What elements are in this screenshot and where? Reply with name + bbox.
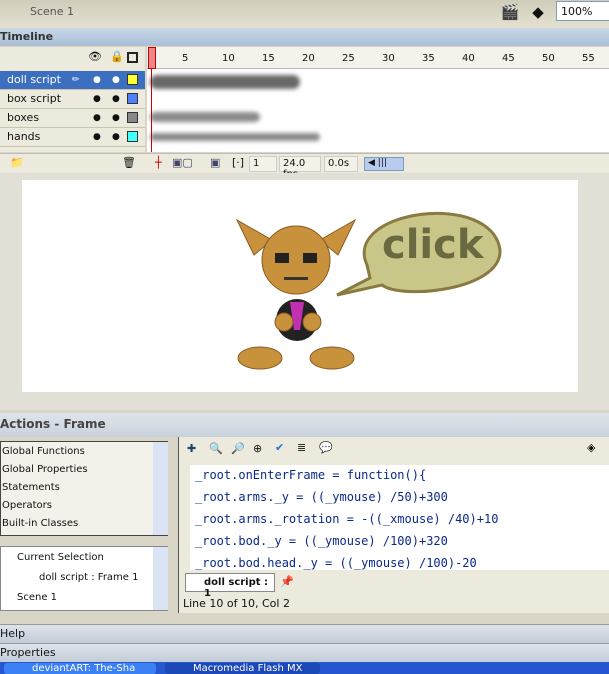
add-item-icon[interactable]: ✚ (187, 442, 196, 455)
tree-current-selection[interactable]: Current Selection (17, 552, 104, 563)
ruler-label: 15 (262, 53, 275, 64)
target-path-icon[interactable]: ⊕ (253, 442, 262, 455)
ruler-label: 10 (222, 53, 235, 64)
edit-scene-icon[interactable]: 🎬 (500, 3, 520, 21)
layer-name: doll script (7, 73, 61, 86)
edit-bar: Scene 1 🎬 ◆ 100% (0, 0, 609, 28)
ruler-label: 35 (422, 53, 435, 64)
add-layer-icon[interactable]: 📁 (10, 156, 24, 169)
properties-panel-bar[interactable]: Properties (0, 643, 609, 662)
toolbox-item[interactable]: Built-in Classes (2, 518, 78, 529)
actions-toolbox: Global Functions Global Properties State… (0, 441, 168, 536)
frame-grid[interactable]: 1510152025303540455055 (147, 47, 609, 152)
stage[interactable]: click (22, 180, 578, 392)
tree-item-doll-script[interactable]: doll script : Frame 1 (39, 572, 139, 583)
script-navigator: Current Selection doll script : Frame 1 … (0, 546, 168, 611)
timeline-scrollbar[interactable]: ◀ ||| (364, 157, 404, 171)
edit-multiple-icon[interactable]: ▣ (210, 156, 220, 169)
layer-list: 👁 🔒 doll script ✏ ● ● box script ● ● boxes ● ● … (0, 47, 145, 152)
layer-row[interactable]: boxes ● ● (0, 109, 145, 128)
layer-name: hands (7, 130, 41, 143)
current-frame: 1 (249, 156, 277, 172)
frame-ruler[interactable] (147, 47, 609, 69)
elapsed-time: 0.0s (324, 156, 358, 172)
taskbar: deviantART: The-Sha Macromedia Flash MX (0, 662, 609, 674)
timeline-footer: 📁 🗑 ┼ ▣▢ ▣ [·] 1 24.0 fps 0.0s ◀ ||| (0, 153, 609, 180)
toolbox-item[interactable]: Global Functions (2, 446, 85, 457)
code-line: _root.bod.head._y = ((_ymouse) /100)-20 (195, 556, 477, 570)
tree-scene[interactable]: Scene 1 (17, 592, 57, 603)
toolbox-scrollbar[interactable] (153, 442, 168, 535)
scene-label[interactable]: Scene 1 (30, 5, 74, 18)
layer-color-swatch[interactable] (127, 74, 138, 85)
timeline-title[interactable]: Timeline (0, 28, 609, 46)
layer-color-swatch[interactable] (127, 112, 138, 123)
tree-scrollbar[interactable] (153, 547, 168, 610)
playhead[interactable] (148, 47, 156, 69)
check-syntax-icon[interactable]: ✔ (275, 441, 284, 454)
onion-markers-icon[interactable]: [·] (232, 156, 244, 169)
help-panel-bar[interactable]: Help (0, 624, 609, 643)
toolbox-item[interactable]: Statements (2, 482, 60, 493)
ruler-label: 5 (182, 53, 189, 64)
pin-script-icon[interactable]: 📌 (280, 575, 294, 588)
layer-color-swatch[interactable] (127, 131, 138, 142)
outline-icon[interactable] (127, 52, 138, 63)
eye-icon[interactable]: 👁 (88, 50, 102, 63)
frame-rate: 24.0 fps (279, 156, 321, 180)
code-line: _root.onEnterFrame = function(){ (195, 468, 427, 482)
ruler-label: 45 (502, 53, 515, 64)
code-hint-icon[interactable]: 💬 (319, 441, 333, 454)
layer-row[interactable]: hands ● ● (0, 128, 145, 147)
find-icon[interactable]: 🔍 (209, 442, 223, 455)
code-line: _root.arms._y = ((_ymouse) /50)+300 (195, 490, 448, 504)
replace-icon[interactable]: 🔎 (231, 442, 245, 455)
taskbar-item[interactable]: deviantART: The-Sha (4, 663, 156, 674)
actions-panel-title[interactable]: Actions - Frame (0, 413, 609, 437)
layer-row[interactable]: box script ● ● (0, 90, 145, 109)
code-line: _root.bod._y = ((_ymouse) /100)+320 (195, 534, 448, 548)
layer-color-swatch[interactable] (127, 93, 138, 104)
script-tab[interactable]: doll script : 1 (185, 573, 275, 599)
lock-icon[interactable]: 🔒 (110, 50, 124, 63)
ruler-label: 30 (382, 53, 395, 64)
ruler-label: 20 (302, 53, 315, 64)
edit-symbol-icon[interactable]: ◆ (528, 3, 548, 21)
bubble-text: click (382, 222, 484, 268)
layer-name: boxes (7, 111, 40, 124)
cursor-status: Line 10 of 10, Col 2 (183, 597, 290, 610)
zoom-select[interactable]: 100% (556, 1, 609, 21)
code-line: _root.arms._rotation = -((_xmouse) /40)+… (195, 512, 499, 526)
auto-format-icon[interactable]: ≣ (297, 441, 306, 454)
onion-skin-icon[interactable]: ▣▢ (172, 156, 193, 169)
toolbox-item[interactable]: Global Properties (2, 464, 88, 475)
layer-row[interactable]: doll script ✏ ● ● (0, 71, 145, 90)
pencil-icon: ✏ (72, 75, 80, 85)
ruler-label: 25 (342, 53, 355, 64)
doll-character (235, 211, 502, 370)
center-frame-icon[interactable]: ┼ (155, 156, 162, 169)
ruler-label: 50 (542, 53, 555, 64)
taskbar-item[interactable]: Macromedia Flash MX (165, 663, 320, 674)
toolbox-item[interactable]: Operators (2, 500, 52, 511)
ruler-label: 40 (462, 53, 475, 64)
delete-layer-icon[interactable]: 🗑 (122, 156, 136, 169)
layer-name: box script (7, 92, 62, 105)
code-editor[interactable]: _root.onEnterFrame = function(){ _root.a… (190, 465, 609, 570)
ruler-label: 55 (582, 53, 595, 64)
options-menu-icon[interactable]: ◈ (587, 441, 595, 454)
